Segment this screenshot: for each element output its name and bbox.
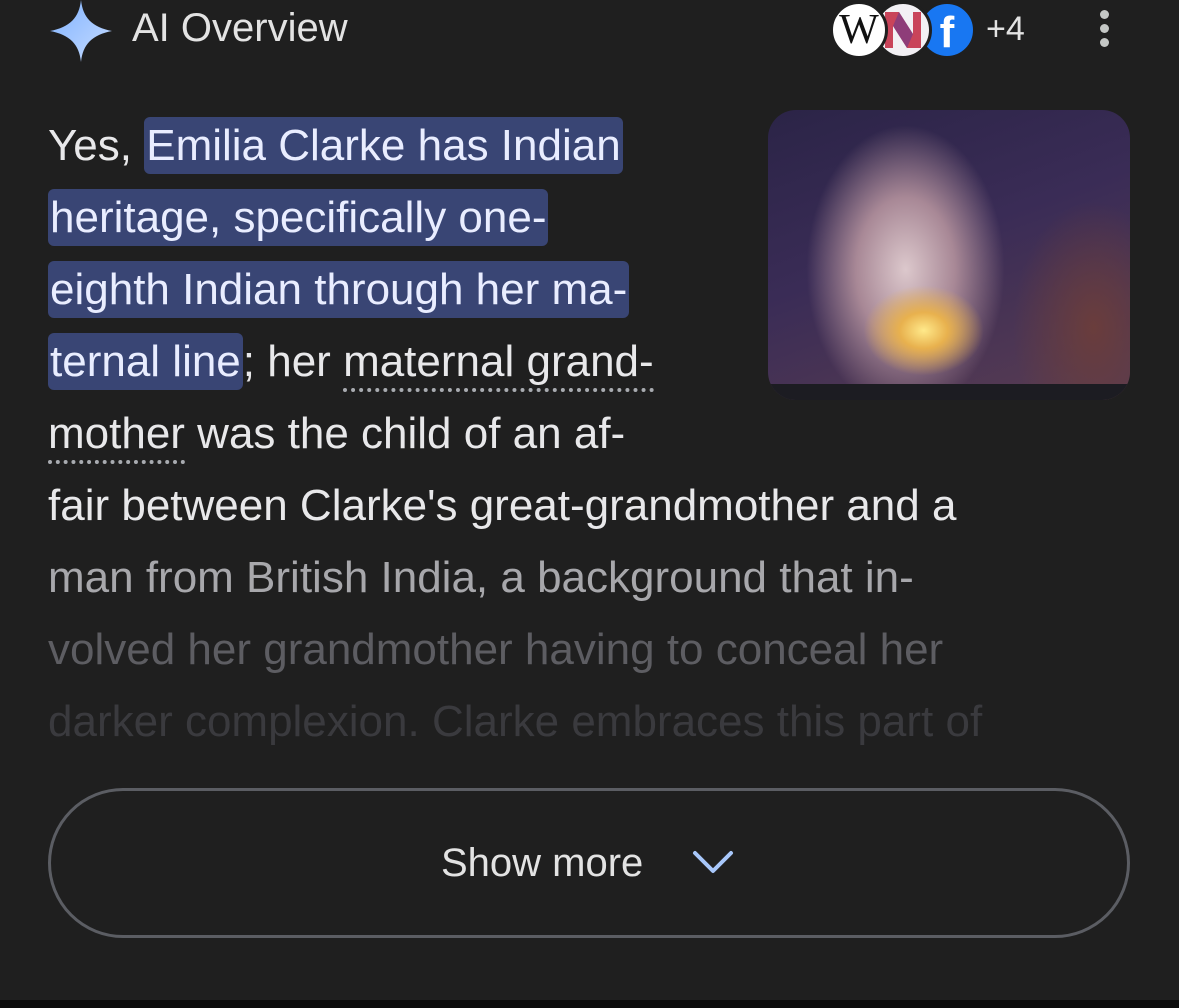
answer-line-faded: volved her grandmother having to conceal…	[48, 625, 944, 674]
ai-overview-title: AI Overview	[132, 6, 348, 50]
answer-text: Yes, Emilia Clarke has Indian heritage, …	[48, 110, 1138, 758]
maternal-grandmother-link[interactable]: maternal grand-	[343, 337, 654, 392]
bottom-edge	[0, 1000, 1179, 1008]
chevron-down-icon	[693, 851, 733, 873]
more-sources-count[interactable]: +4	[986, 10, 1025, 49]
show-more-label: Show more	[441, 841, 644, 885]
answer-line: fair between Clarke's great-grandmother …	[48, 481, 957, 530]
answer-line: eighth Indian through her ma-	[48, 254, 1138, 326]
wikipedia-icon[interactable]: W	[830, 1, 888, 59]
answer-text-plain: was the child of an af-	[184, 409, 626, 458]
sparkle-icon	[50, 0, 112, 62]
answer-line: heritage, specifically one-	[48, 182, 1138, 254]
highlighted-answer: eighth Indian through her ma-	[48, 261, 630, 318]
show-more-button[interactable]: Show more	[48, 788, 1130, 938]
ai-overview-panel: AI Overview W f +4 Yes, Emilia Clarke ha…	[0, 0, 1179, 1008]
maternal-grandmother-link[interactable]: mother	[48, 409, 185, 464]
ai-overview-header: AI Overview W f +4	[0, 0, 1179, 70]
more-vert-icon[interactable]	[1090, 10, 1118, 54]
answer-line: Yes, Emilia Clarke has Indian	[48, 110, 1138, 182]
answer-line: mother was the child of an af-	[48, 398, 1138, 470]
answer-line: man from British India, a background tha…	[48, 553, 914, 602]
highlighted-answer: heritage, specifically one-	[48, 189, 549, 246]
source-icons[interactable]: W f +4	[830, 0, 1090, 62]
answer-text-plain: ; her	[242, 337, 344, 386]
answer-line: ternal line; her maternal grand-	[48, 326, 1138, 398]
highlighted-answer: Emilia Clarke has Indian	[144, 117, 623, 174]
highlighted-answer: ternal line	[48, 333, 243, 390]
answer-line-faded: darker complexion. Clarke embraces this …	[48, 697, 983, 746]
answer-text-plain: Yes,	[48, 121, 145, 170]
